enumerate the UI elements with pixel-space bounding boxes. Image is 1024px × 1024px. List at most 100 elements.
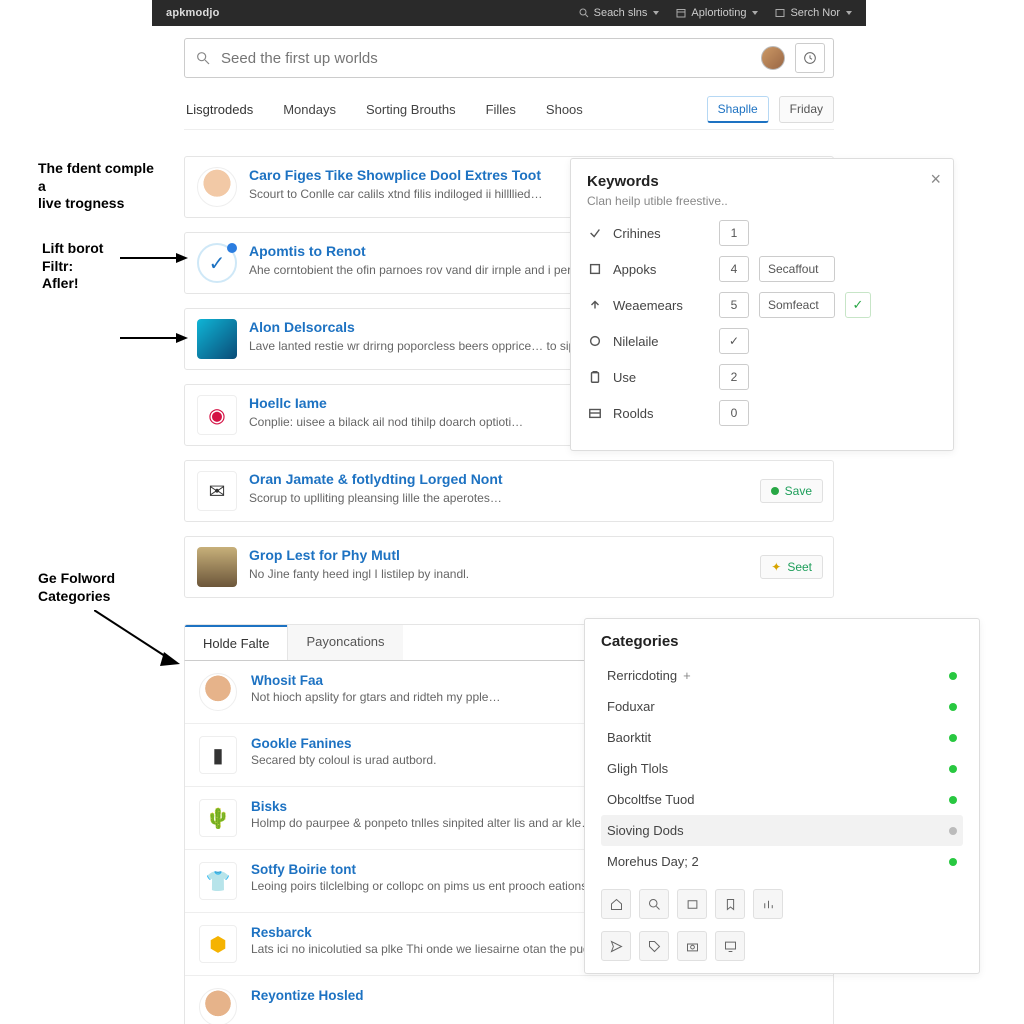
search-input[interactable] (221, 50, 751, 67)
status-dot (949, 672, 957, 680)
keyword-count[interactable]: 2 (719, 364, 749, 390)
bookmark-button[interactable] (715, 889, 745, 919)
item-thumb: ▮ (199, 736, 237, 774)
status-dot (949, 734, 957, 742)
categories-toolbar-2 (601, 931, 963, 961)
result-thumb (197, 547, 237, 587)
avatar[interactable] (761, 46, 785, 70)
category-label: Foduxar (607, 699, 655, 714)
chip-shaplle[interactable]: Shaplle (707, 96, 769, 123)
result-title[interactable]: Grop Lest for Phy Mutl (249, 547, 469, 563)
item-thumb: 🌵 (199, 799, 237, 837)
categories-title: Categories (601, 633, 963, 650)
tag-icon (647, 939, 662, 954)
keyword-row: Nilelaile✓ (587, 328, 937, 354)
result-title[interactable]: Hoellc Iame (249, 395, 523, 411)
keyword-value[interactable]: Somfeact (759, 292, 835, 318)
monitor-button[interactable] (715, 931, 745, 961)
category-item[interactable]: Sioving Dods (601, 815, 963, 846)
status-dot (949, 703, 957, 711)
tab-0[interactable]: Lisgtrodeds (184, 96, 255, 129)
result-card: Grop Lest for Phy MutlNo Jine fanty heed… (184, 536, 834, 598)
result-thumb (197, 319, 237, 359)
top-item-1[interactable]: Aplortioting (675, 7, 758, 19)
annotation-2: Lift borot Filtr: Afler! (42, 240, 103, 293)
keywords-title: Keywords (587, 173, 937, 190)
window-icon (685, 897, 700, 912)
item-desc: Holmp do paurpee & ponpeto tnlles sinpit… (251, 816, 593, 830)
keywords-panel: × Keywords Clan heilp utible freestive..… (570, 158, 954, 451)
save-button[interactable]: Save (760, 479, 823, 503)
item-thumb (199, 673, 237, 711)
top-item-2[interactable]: Serch Nor (774, 7, 852, 19)
category-item[interactable]: Morehus Day; 2 (601, 846, 963, 877)
seet-button[interactable]: ✦Seet (760, 555, 823, 579)
search-icon (195, 50, 211, 66)
category-item[interactable]: Foduxar (601, 691, 963, 722)
primary-tabs: Lisgtrodeds Mondays Sorting Brouths Fill… (184, 96, 834, 130)
category-item[interactable]: Gligh Tlols (601, 753, 963, 784)
bookmark-icon (723, 897, 738, 912)
close-icon[interactable]: × (930, 169, 941, 190)
tab-2[interactable]: Sorting Brouths (364, 96, 458, 129)
tag-button[interactable] (639, 931, 669, 961)
window-button[interactable] (677, 889, 707, 919)
chart-button[interactable] (753, 889, 783, 919)
topbar: apkmodjo Seach slns Aplortioting Serch N… (152, 0, 866, 26)
history-button[interactable] (795, 43, 825, 73)
item-title[interactable]: Whosit Faa (251, 673, 500, 688)
item-title[interactable]: Bisks (251, 799, 593, 814)
category-label: Baorktit (607, 730, 651, 745)
arrow-icon (94, 610, 184, 670)
subtab-1[interactable]: Payoncations (287, 625, 402, 660)
keyword-count[interactable]: 4 (719, 256, 749, 282)
result-title[interactable]: Oran Jamate & fotlydting Lorged Nont (249, 471, 503, 487)
arrow-icon (120, 248, 190, 268)
top-item-0[interactable]: Seach slns (578, 7, 660, 19)
plus-icon: + (683, 668, 691, 683)
list-icon (774, 7, 786, 19)
result-card: ✉Oran Jamate & fotlydting Lorged NontSco… (184, 460, 834, 522)
keyword-value[interactable]: Secaffout (759, 256, 835, 282)
search-icon (578, 7, 590, 19)
keyword-count[interactable]: 1 (719, 220, 749, 246)
item-desc: Not hioch apslity for gtars and ridteh m… (251, 690, 500, 704)
chevron-down-icon (653, 11, 659, 15)
tab-1[interactable]: Mondays (281, 96, 338, 129)
item-title[interactable]: Sotfy Boirie tont (251, 862, 599, 877)
status-dot (949, 827, 957, 835)
result-thumb: ◉ (197, 395, 237, 435)
keyword-label: Use (613, 370, 709, 385)
category-item[interactable]: Obcoltfse Tuod (601, 784, 963, 815)
chip-friday[interactable]: Friday (779, 96, 834, 123)
home-icon (609, 897, 624, 912)
confirm-button[interactable]: ✓ (845, 292, 871, 318)
categories-toolbar (601, 889, 963, 919)
keyword-check[interactable]: ✓ (719, 328, 749, 354)
chevron-down-icon (846, 11, 852, 15)
category-item[interactable]: Baorktit (601, 722, 963, 753)
result-desc: Conplie: uisee a bilack ail nod tihilp d… (249, 414, 523, 430)
search-icon (647, 897, 662, 912)
search-button[interactable] (639, 889, 669, 919)
keyword-count[interactable]: 5 (719, 292, 749, 318)
subtab-0[interactable]: Holde Falte (185, 625, 287, 660)
check-icon (587, 225, 603, 241)
camera-icon (685, 939, 700, 954)
send-icon (609, 939, 624, 954)
monitor-icon (723, 939, 738, 954)
send-button[interactable] (601, 931, 631, 961)
category-item[interactable]: Rerricdoting+ (601, 660, 963, 691)
keyword-count[interactable]: 0 (719, 400, 749, 426)
tab-3[interactable]: Filles (484, 96, 518, 129)
grid-icon (587, 405, 603, 421)
keyword-row: Appoks4Secaffout (587, 256, 937, 282)
home-button[interactable] (601, 889, 631, 919)
result-title[interactable]: Caro Figes Tike Showplice Dool Extres To… (249, 167, 542, 183)
item-title[interactable]: Reyontize Hosled (251, 988, 364, 1003)
camera-button[interactable] (677, 931, 707, 961)
categories-panel: Categories Rerricdoting+ Foduxar Baorktit G… (584, 618, 980, 974)
tab-4[interactable]: Shoos (544, 96, 585, 129)
item-desc: Secared bty coloul is urad autbord. (251, 753, 436, 767)
item-title[interactable]: Gookle Fanines (251, 736, 436, 751)
